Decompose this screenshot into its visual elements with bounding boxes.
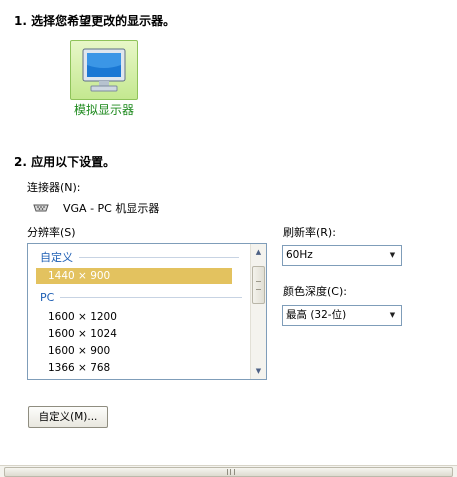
custom-resolution-button[interactable]: 自定义(M)... [28, 406, 108, 428]
scroll-up-arrow-icon[interactable]: ▲ [251, 245, 266, 259]
group-header-custom: 自定义 [40, 249, 239, 265]
list-item[interactable]: 1600 × 900 [36, 343, 232, 359]
list-item[interactable]: 1600 × 1200 [36, 309, 232, 325]
step2-heading: 2. 应用以下设置。 [14, 155, 116, 169]
connector-row: VGA - PC 机显示器 [33, 200, 159, 216]
grip-icon [227, 469, 235, 475]
horizontal-scroll-thumb[interactable] [4, 467, 453, 477]
refresh-rate-dropdown[interactable]: 60Hz ▼ [282, 245, 402, 266]
color-depth-value: 最高 (32-位) [286, 309, 347, 321]
monitor-caption: 模拟显示器 [73, 103, 134, 117]
connector-label: 连接器(N): [27, 181, 81, 194]
scroll-down-arrow-icon[interactable]: ▼ [251, 364, 266, 378]
monitor-tile-analog[interactable] [70, 40, 138, 100]
refresh-rate-label: 刷新率(R): [283, 226, 336, 239]
chevron-down-icon[interactable]: ▼ [385, 307, 400, 324]
list-scrollbar[interactable]: ▲ ▼ [250, 244, 266, 379]
list-item[interactable]: 1440 × 900 [36, 268, 232, 284]
horizontal-scrollbar[interactable] [0, 465, 457, 477]
group-header-pc: PC [40, 291, 243, 304]
scroll-thumb[interactable] [252, 266, 265, 304]
refresh-rate-value: 60Hz [286, 249, 313, 261]
monitor-icon [82, 48, 126, 92]
color-depth-label: 颜色深度(C): [283, 285, 347, 298]
step1-heading: 1. 选择您希望更改的显示器。 [14, 14, 176, 28]
chevron-down-icon[interactable]: ▼ [385, 247, 400, 264]
vga-port-icon [33, 204, 49, 212]
color-depth-dropdown[interactable]: 最高 (32-位) ▼ [282, 305, 402, 326]
resolution-label: 分辨率(S) [27, 226, 76, 239]
resolution-listbox[interactable]: 自定义 1440 × 900 PC 1600 × 1200 1600 × 102… [27, 243, 267, 380]
connector-value: VGA - PC 机显示器 [63, 202, 160, 215]
list-item[interactable]: 1366 × 768 [36, 360, 232, 376]
list-item[interactable]: 1600 × 1024 [36, 326, 232, 342]
